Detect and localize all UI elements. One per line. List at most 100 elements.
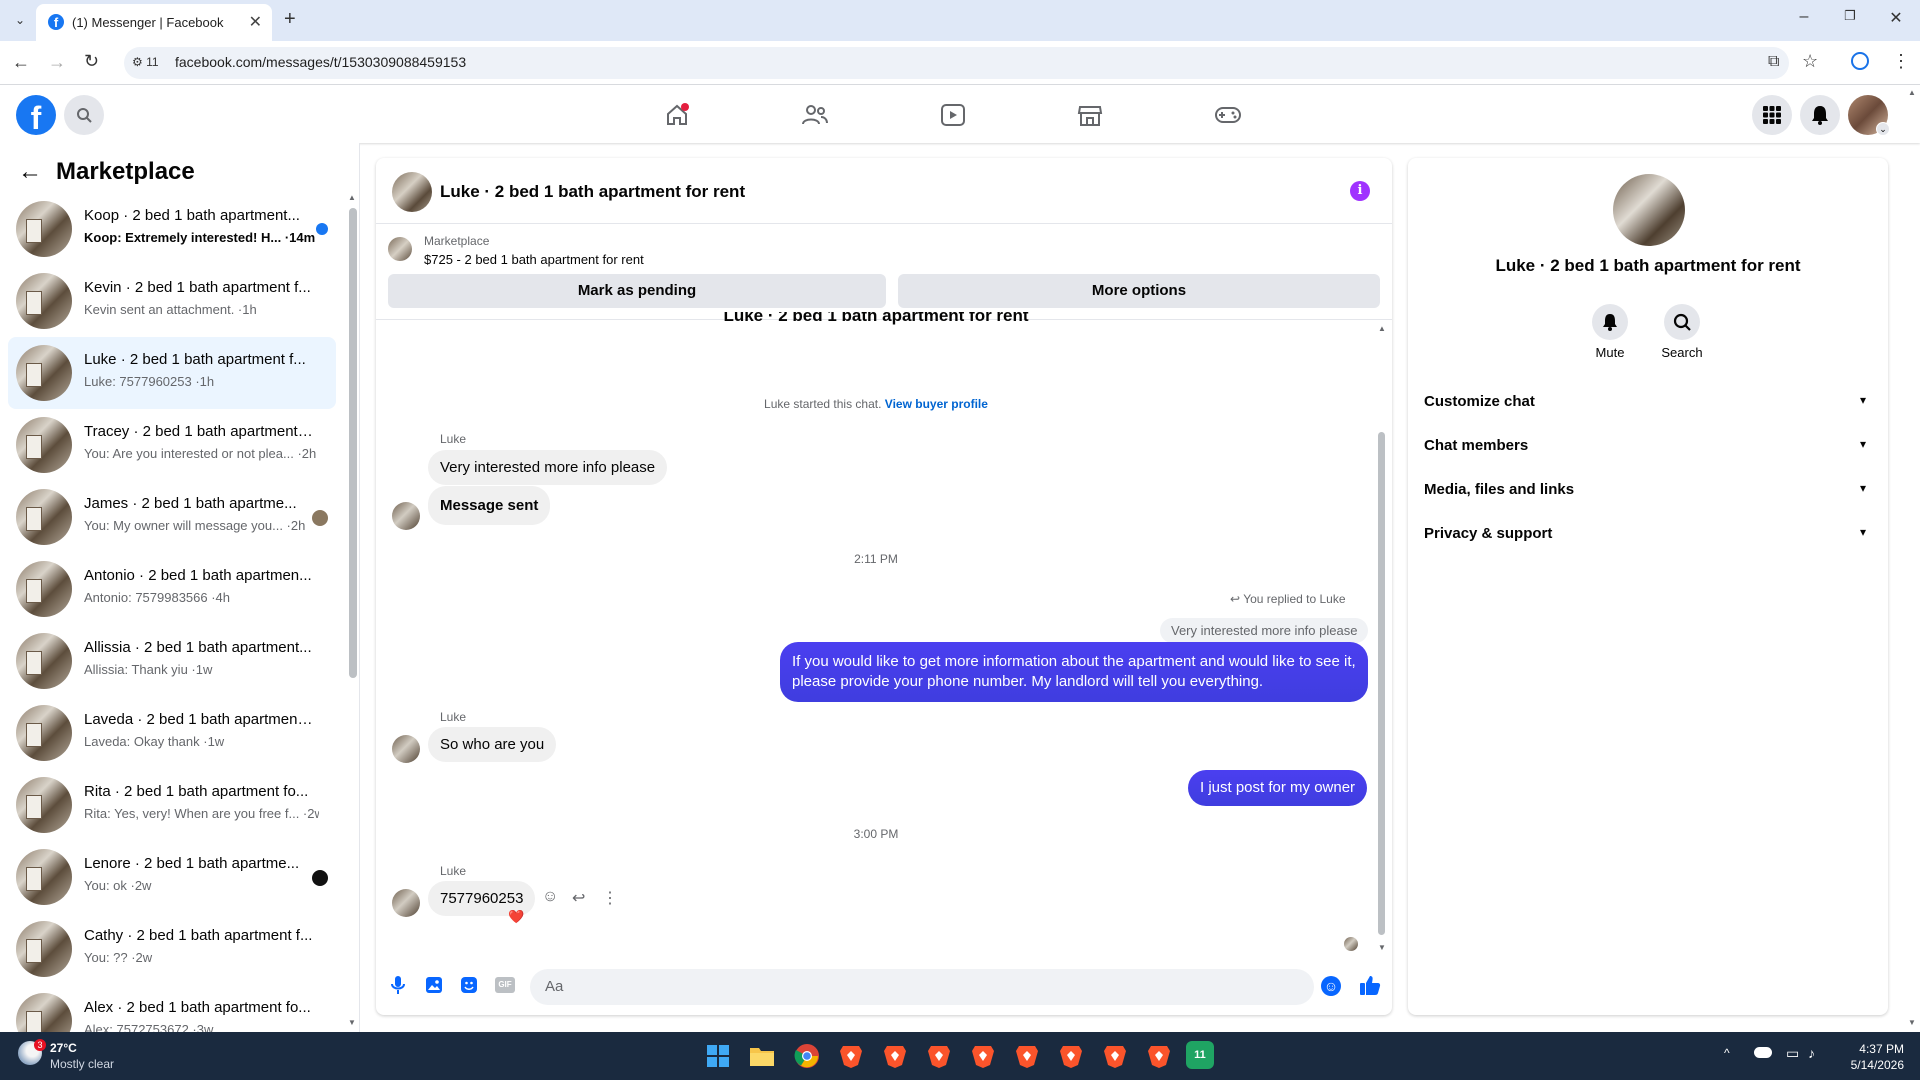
home-icon[interactable] [657,100,697,130]
chat-avatar[interactable] [392,172,432,212]
network-icon[interactable]: ▭ [1786,1045,1799,1062]
gif-icon[interactable]: GIF [495,977,515,993]
site-info-icon[interactable]: ⚙ 11 [132,55,159,69]
sidebar-scrollbar[interactable] [349,208,357,678]
forward-icon[interactable]: → [48,52,66,73]
new-tab-icon[interactable]: + [284,8,296,31]
brave-browser-icon[interactable] [1142,1039,1176,1073]
view-buyer-profile-link[interactable]: View buyer profile [885,397,988,411]
conversation-item[interactable]: Allissia · 2 bed 1 bath apartment... All… [8,625,336,697]
weather-desc[interactable]: Mostly clear [50,1057,114,1071]
customize-chat-section[interactable]: Customize chat ▾ [1408,383,1888,419]
tab-close-icon[interactable]: ✕ [249,12,262,32]
conversation-item[interactable]: Alex · 2 bed 1 bath apartment fo... Alex… [8,985,336,1032]
restore-icon[interactable]: ❐ [1827,8,1873,32]
conversation-item[interactable]: Tracey · 2 bed 1 bath apartment ... You:… [8,409,336,481]
volume-icon[interactable]: ♪ [1808,1045,1815,1061]
account-chevron-icon[interactable]: ⌄ [1876,122,1890,136]
clock-date[interactable]: 5/14/2026 [1824,1058,1904,1072]
sender-avatar[interactable] [392,502,420,530]
emoji-icon[interactable]: ☺ [1321,976,1341,996]
minimize-icon[interactable]: – [1781,8,1827,32]
page-scroll-up-icon[interactable]: ▲ [1908,88,1916,97]
quoted-message[interactable]: Very interested more info please [1160,618,1369,643]
conversation-item[interactable]: Luke · 2 bed 1 bath apartment f... Luke:… [8,337,336,409]
brave-browser-icon[interactable] [878,1039,912,1073]
more-actions-icon[interactable]: ⋮ [602,888,618,908]
sidebar-scroll-down-icon[interactable]: ▼ [348,1018,356,1027]
sender-avatar[interactable] [392,735,420,763]
privacy-support-section[interactable]: Privacy & support ▾ [1408,515,1888,551]
outgoing-message[interactable]: I just post for my owner [1188,770,1368,806]
info-icon[interactable]: i [1350,181,1370,201]
incoming-message[interactable]: Very interested more info please [428,450,668,485]
message-input[interactable] [530,969,1314,1005]
url-text[interactable]: facebook.com/messages/t/1530309088459153 [175,54,466,70]
conversation-item[interactable]: Antonio · 2 bed 1 bath apartmen... Anton… [8,553,336,625]
brave-browser-icon[interactable] [834,1039,868,1073]
search-in-chat-button[interactable] [1664,304,1700,340]
facebook-logo-icon[interactable]: f [16,95,56,136]
clock-time[interactable]: 4:37 PM [1824,1042,1904,1056]
back-icon[interactable]: ← [12,52,30,73]
mute-button[interactable] [1592,304,1628,340]
brave-browser-icon[interactable] [922,1039,956,1073]
mark-as-pending-button[interactable]: Mark as pending [388,274,886,308]
browser-tab[interactable]: f (1) Messenger | Facebook ✕ [36,4,272,41]
conversation-item[interactable]: James · 2 bed 1 bath apartme... You: My … [8,481,336,553]
like-thumbs-up-icon[interactable] [1359,974,1381,996]
app-badge-icon[interactable]: 11 [1186,1041,1214,1069]
marketplace-icon[interactable] [1070,100,1110,130]
menu-grid-icon[interactable] [1752,95,1792,135]
tab-search-icon[interactable]: ⌄ [10,10,30,30]
weather-temp[interactable]: 27°C [50,1041,77,1055]
reply-icon[interactable]: ↩ [572,888,585,908]
video-icon[interactable] [933,100,973,130]
notifications-bell-icon[interactable] [1800,95,1840,135]
brave-browser-icon[interactable] [1098,1039,1132,1073]
brave-browser-icon[interactable] [1010,1039,1044,1073]
back-arrow-icon[interactable]: ← [18,158,42,186]
gaming-icon[interactable] [1208,100,1248,130]
file-explorer-icon[interactable] [745,1039,779,1073]
conversation-item[interactable]: Rita · 2 bed 1 bath apartment fo... Rita… [8,769,336,841]
window-close-icon[interactable]: ✕ [1873,8,1919,32]
photo-icon[interactable] [425,976,443,994]
sidebar-scroll-up-icon[interactable]: ▲ [348,193,356,202]
listing-thumbnail[interactable] [388,237,412,261]
windows-start-icon[interactable] [701,1039,735,1073]
sticker-icon[interactable] [460,976,478,994]
microphone-icon[interactable] [390,975,406,995]
reload-icon[interactable]: ↻ [84,51,99,72]
brave-browser-icon[interactable] [1054,1039,1088,1073]
react-smiley-icon[interactable]: ☺ [542,888,558,906]
media-files-links-section[interactable]: Media, files and links ▾ [1408,471,1888,507]
brave-browser-icon[interactable] [966,1039,1000,1073]
more-options-button[interactable]: More options [898,274,1380,308]
chat-scrollbar[interactable] [1378,432,1385,935]
chat-scroll-up-icon[interactable]: ▲ [1378,324,1386,333]
incoming-message[interactable]: Message sent [428,486,551,525]
bookmark-star-icon[interactable]: ☆ [1802,51,1818,72]
incoming-message[interactable]: So who are you [428,727,557,762]
conversation-item[interactable]: Lenore · 2 bed 1 bath apartme... You: ok… [8,841,336,913]
listing-title[interactable]: $725 - 2 bed 1 bath apartment for rent [424,252,644,267]
conversation-item[interactable]: Cathy · 2 bed 1 bath apartment f... You:… [8,913,336,985]
page-scroll-down-icon[interactable]: ▼ [1908,1018,1916,1027]
outgoing-message[interactable]: If you would like to get more informatio… [780,642,1368,702]
search-icon[interactable] [64,95,104,135]
friends-icon[interactable] [795,100,835,130]
chat-members-section[interactable]: Chat members ▾ [1408,427,1888,463]
conversation-item[interactable]: Koop · 2 bed 1 bath apartment... Koop: E… [8,193,336,265]
tray-chevron-icon[interactable]: ^ [1724,1046,1730,1060]
chat-scroll-down-icon[interactable]: ▼ [1378,943,1386,952]
browser-menu-icon[interactable]: ⋮ [1892,51,1910,72]
conversation-item[interactable]: Kevin · 2 bed 1 bath apartment f... Kevi… [8,265,336,337]
install-app-icon[interactable]: ⧉ [1768,53,1779,71]
sender-avatar[interactable] [392,889,420,917]
heart-reaction[interactable]: ❤️ [508,909,524,925]
profile-icon[interactable] [1851,52,1869,70]
chat-title[interactable]: Luke · 2 bed 1 bath apartment for rent [440,182,745,202]
onedrive-cloud-icon[interactable] [1754,1047,1772,1058]
conversation-item[interactable]: Laveda · 2 bed 1 bath apartment... Laved… [8,697,336,769]
